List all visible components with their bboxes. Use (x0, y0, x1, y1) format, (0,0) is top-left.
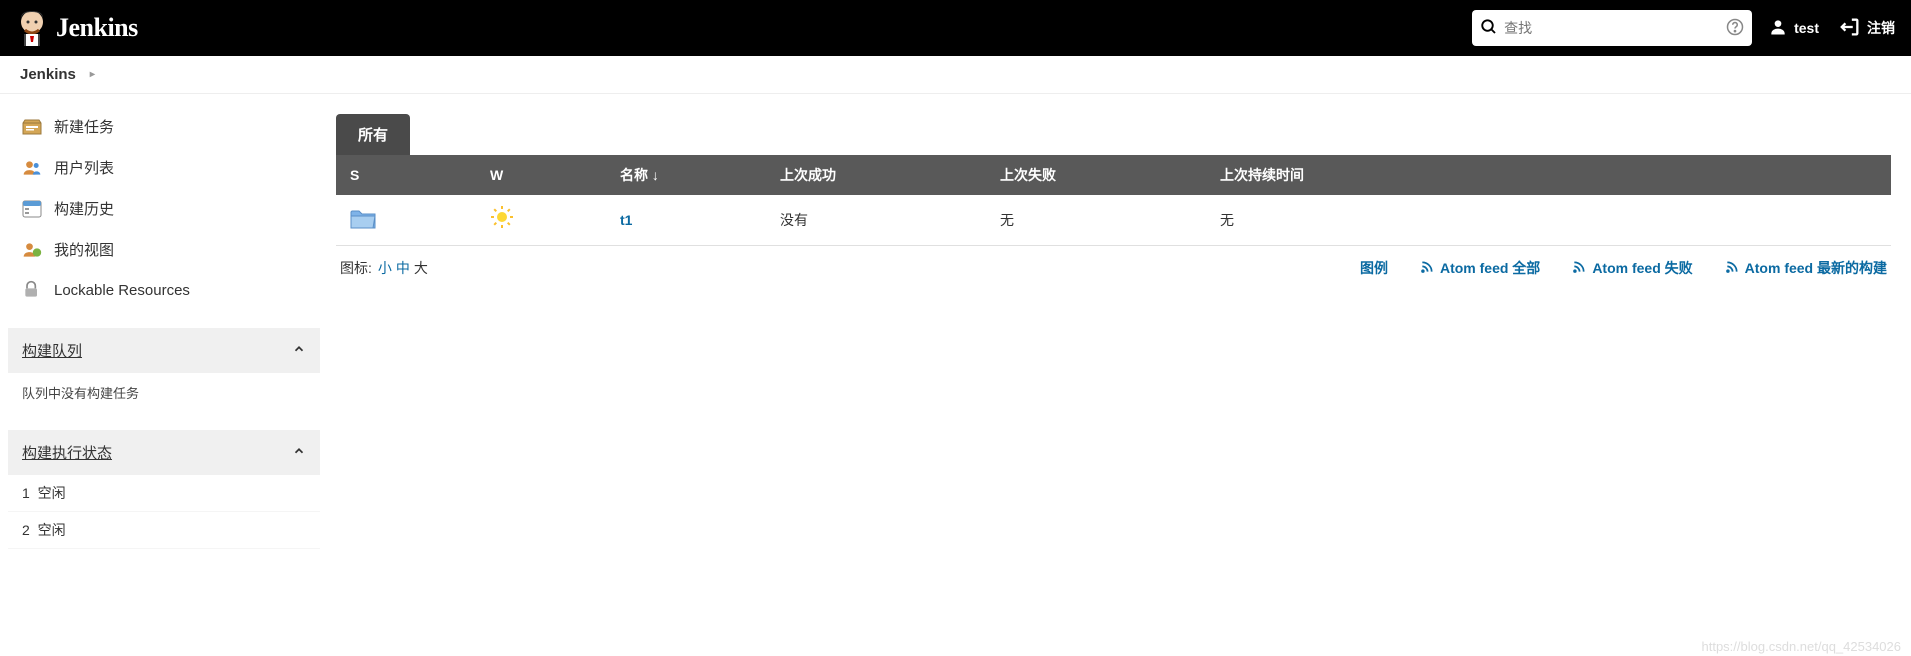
executor-state: 空闲 (38, 485, 66, 501)
logout-icon (1839, 16, 1861, 41)
username-text: test (1794, 20, 1819, 36)
legend-link[interactable]: 图例 (1360, 258, 1388, 278)
col-last-failure[interactable]: 上次失败 (986, 155, 1206, 195)
last-failure-value: 无 (1000, 212, 1014, 228)
job-table: S W 名称 ↓ 上次成功 上次失败 上次持续时间 (336, 155, 1891, 246)
sidebar-new-item[interactable]: 新建任务 (8, 106, 320, 147)
breadcrumb-sep: ▸ (90, 69, 95, 80)
atom-latest-text: Atom feed 最新的构建 (1745, 258, 1887, 278)
jenkins-mascot-icon (16, 8, 48, 48)
help-icon[interactable] (1726, 18, 1744, 39)
table-footer: 图标: 小 中 大 图例 Atom feed 全部 Atom feed 失败 (336, 246, 1891, 290)
history-icon (22, 199, 42, 219)
logout-link[interactable]: 注销 (1839, 16, 1895, 41)
executor-state: 空闲 (38, 522, 66, 538)
header: Jenkins test 注销 (0, 0, 1911, 56)
build-executor-header[interactable]: 构建执行状态 (8, 430, 320, 475)
atom-all-text: Atom feed 全部 (1440, 258, 1540, 278)
logout-text: 注销 (1867, 18, 1895, 38)
executor-num: 1 (22, 485, 30, 501)
rss-icon (1420, 260, 1434, 277)
build-queue-title: 构建队列 (22, 340, 82, 361)
last-success-value: 没有 (780, 212, 808, 228)
rss-icon (1725, 260, 1739, 277)
rss-icon (1572, 260, 1586, 277)
executor-row[interactable]: 1 空闲 (8, 475, 320, 512)
tab-all[interactable]: 所有 (336, 114, 410, 155)
folder-icon[interactable] (350, 217, 376, 233)
last-duration-value: 无 (1220, 212, 1234, 228)
view-tabs: 所有 (336, 114, 1891, 155)
chevron-down-icon (292, 444, 306, 462)
new-item-icon (22, 117, 42, 137)
build-queue-header[interactable]: 构建队列 (8, 328, 320, 373)
executor-num: 2 (22, 522, 30, 538)
person-icon (1768, 17, 1788, 40)
icon-size-label: 图标: (340, 258, 372, 278)
users-icon (22, 158, 42, 178)
sidebar-item-label: 构建历史 (54, 198, 114, 219)
sidebar-lockable-resources[interactable]: Lockable Resources (8, 270, 320, 310)
build-executor-panel: 构建执行状态 1 空闲 2 空闲 (8, 430, 320, 549)
job-name-link[interactable]: t1 (620, 212, 632, 228)
watermark-text: https://blog.csdn.net/qq_42534026 (1702, 639, 1902, 654)
breadcrumb: Jenkins ▸ (0, 56, 1911, 94)
search-box[interactable] (1472, 10, 1752, 46)
search-input[interactable] (1498, 20, 1726, 36)
col-last-success[interactable]: 上次成功 (766, 155, 986, 195)
sidebar: 新建任务 用户列表 构建历史 我的视图 Lockable Resources (0, 94, 320, 549)
atom-all-link[interactable]: Atom feed 全部 (1420, 258, 1540, 278)
col-status[interactable]: S (336, 155, 476, 195)
col-weather[interactable]: W (476, 155, 606, 195)
lock-icon (22, 280, 42, 300)
sidebar-my-views[interactable]: 我的视图 (8, 229, 320, 270)
build-queue-empty-text: 队列中没有构建任务 (8, 373, 320, 412)
sidebar-item-label: 用户列表 (54, 157, 114, 178)
sidebar-build-history[interactable]: 构建历史 (8, 188, 320, 229)
breadcrumb-item-jenkins[interactable]: Jenkins (20, 66, 76, 83)
jenkins-logo[interactable]: Jenkins (16, 8, 138, 48)
icon-size-small[interactable]: 小 (378, 258, 392, 278)
sidebar-users[interactable]: 用户列表 (8, 147, 320, 188)
chevron-down-icon (292, 342, 306, 360)
atom-fail-text: Atom feed 失败 (1592, 258, 1692, 278)
legend-text: 图例 (1360, 258, 1388, 278)
brand-text: Jenkins (56, 13, 138, 43)
search-icon (1480, 18, 1498, 39)
my-views-icon (22, 240, 42, 260)
col-name[interactable]: 名称 ↓ (606, 155, 766, 195)
main-content: 所有 S W 名称 ↓ 上次成功 上次失败 上次持续时间 (320, 94, 1911, 549)
sidebar-item-label: 新建任务 (54, 116, 114, 137)
atom-fail-link[interactable]: Atom feed 失败 (1572, 258, 1692, 278)
sidebar-item-label: 我的视图 (54, 239, 114, 260)
sidebar-item-label: Lockable Resources (54, 282, 190, 299)
build-executor-title: 构建执行状态 (22, 442, 112, 463)
sun-icon[interactable] (490, 209, 514, 234)
atom-latest-link[interactable]: Atom feed 最新的构建 (1725, 258, 1887, 278)
user-link[interactable]: test (1768, 17, 1819, 40)
icon-size-large: 大 (414, 258, 428, 278)
build-queue-panel: 构建队列 队列中没有构建任务 (8, 328, 320, 412)
table-row: t1 没有 无 无 (336, 195, 1891, 246)
executor-row[interactable]: 2 空闲 (8, 512, 320, 549)
icon-size-medium[interactable]: 中 (396, 258, 410, 278)
col-last-duration[interactable]: 上次持续时间 (1206, 155, 1891, 195)
